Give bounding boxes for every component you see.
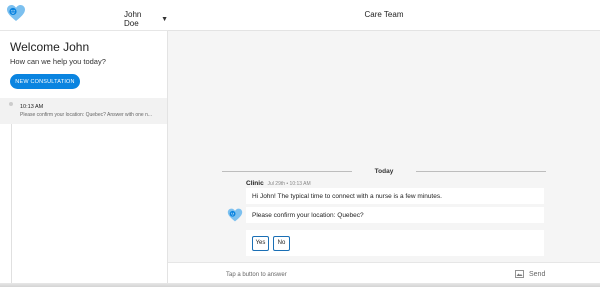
message-bubble: Hi John! The typical time to connect wit…: [246, 188, 544, 204]
send-button[interactable]: Send: [515, 270, 545, 278]
chat-panel: Care Team Today Clinic Jul 29th • 10:13 …: [168, 0, 600, 287]
send-label: Send: [529, 270, 546, 278]
user-name: John Doe: [124, 10, 142, 28]
message-bubble: Please confirm your location: Quebec?: [246, 207, 544, 223]
message-text: Hi John! The typical time to connect wit…: [252, 192, 442, 200]
send-icon: [515, 270, 524, 278]
welcome-subtitle: How can we help you today?: [10, 57, 106, 66]
welcome-heading: Welcome John: [10, 40, 90, 54]
conversation-preview: Please confirm your location: Quebec? An…: [20, 112, 153, 118]
chat-header: Care Team: [168, 0, 600, 31]
new-consultation-button[interactable]: NEW CONSULTATION: [10, 74, 80, 89]
clinic-avatar-icon: [227, 208, 243, 222]
sender-name: Clinic: [246, 180, 264, 187]
conversation-item[interactable]: 10:13 AM Please confirm your location: Q…: [0, 98, 167, 124]
window-bottom-edge: [0, 283, 600, 287]
timeline-line: [11, 98, 12, 287]
yes-button[interactable]: Yes: [252, 235, 269, 251]
message-sender: Clinic Jul 29th • 10:13 AM: [246, 180, 311, 187]
conversation-time: 10:13 AM: [20, 104, 44, 110]
composer-placeholder: Tap a button to answer: [226, 272, 287, 278]
timeline-dot: [9, 102, 13, 106]
message-text: Please confirm your location: Quebec?: [252, 211, 364, 219]
quick-reply-group: Yes No: [246, 230, 544, 256]
no-button[interactable]: No: [273, 235, 290, 251]
day-divider-label: Today: [168, 168, 600, 175]
caret-down-icon: ▼: [161, 15, 168, 23]
sidebar: John Doe ▼ Welcome John How can we help …: [0, 0, 168, 287]
app-logo-icon: [7, 5, 25, 21]
message-timestamp: Jul 29th • 10:13 AM: [267, 181, 311, 187]
sidebar-header: John Doe ▼: [0, 0, 168, 31]
chat-title: Care Team: [364, 10, 404, 19]
user-menu[interactable]: John Doe ▼: [124, 10, 168, 28]
